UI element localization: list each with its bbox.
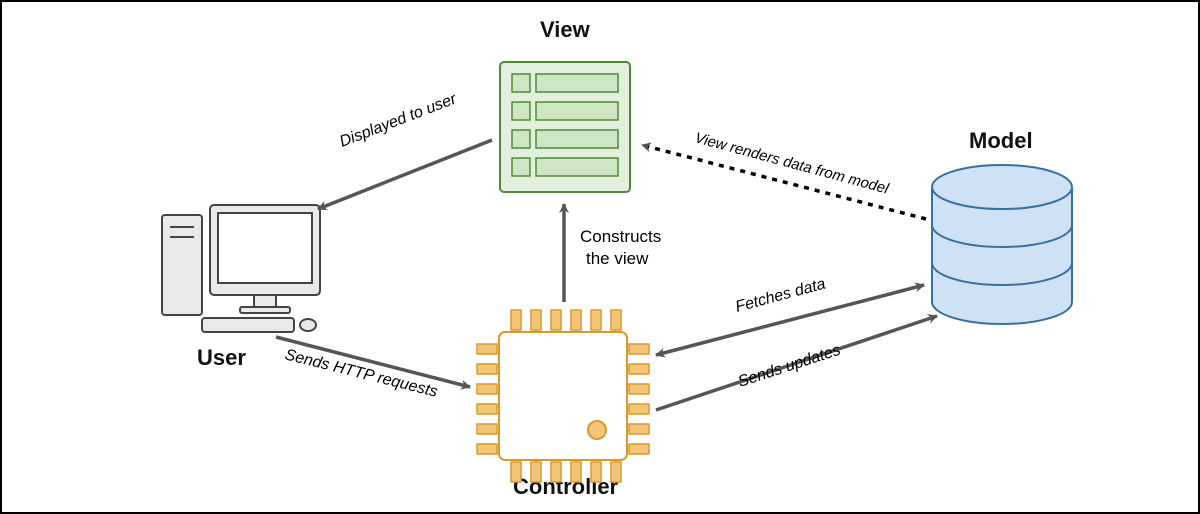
svg-text:Displayed to user: Displayed to user — [337, 90, 459, 150]
user-icon — [162, 205, 320, 332]
edge-updates: Sends updates — [656, 316, 937, 410]
edge-displayed: Displayed to user — [318, 90, 492, 209]
edge-constructs-label-2: the view — [586, 249, 649, 268]
edge-renders: View renders data from model — [642, 129, 926, 219]
edge-displayed-label: Displayed to user — [337, 90, 459, 150]
edge-renders-label: View renders data from model — [693, 129, 891, 197]
edge-fetches: Fetches data — [656, 275, 924, 355]
controller-icon — [477, 310, 649, 482]
view-icon — [500, 62, 630, 192]
svg-text:View renders data from model: View renders data from model — [693, 129, 891, 197]
edge-updates-label: Sends updates — [736, 342, 843, 391]
edge-constructs: Constructs the view — [564, 204, 661, 302]
edge-constructs-label-1: Constructs — [580, 227, 661, 246]
mvc-diagram: View Model User Controller — [0, 0, 1200, 514]
edge-fetches-label: Fetches data — [734, 275, 828, 315]
svg-text:Sends updates: Sends updates — [736, 342, 843, 391]
svg-text:Fetches data: Fetches data — [734, 275, 828, 315]
model-icon — [932, 165, 1072, 324]
edge-sends-http: Sends HTTP requests — [276, 337, 470, 401]
